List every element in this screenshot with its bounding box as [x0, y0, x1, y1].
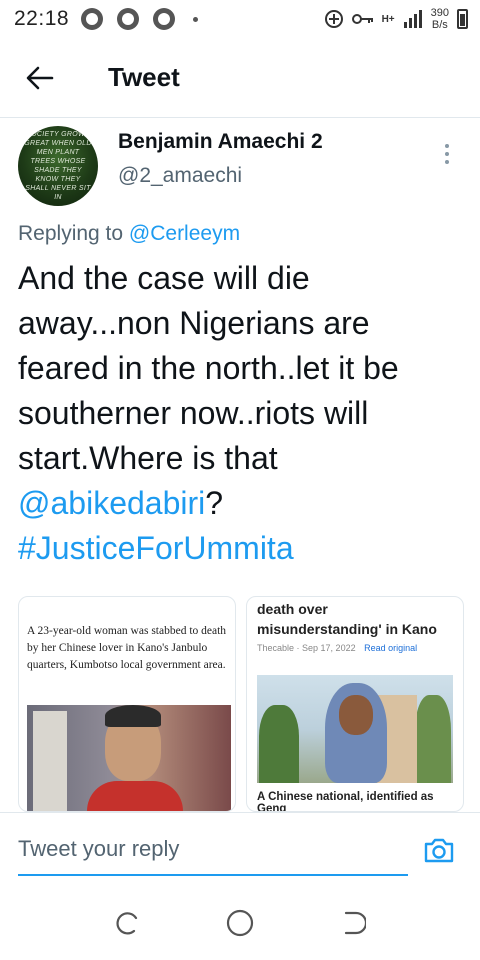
back-nav-icon	[345, 911, 367, 935]
tweet-author-row: Society grows great when old men plant t…	[0, 118, 480, 218]
media-image-2[interactable]: death over misunderstanding' in Kano The…	[246, 596, 464, 812]
media-2-meta: Thecable · Sep 17, 2022 Read original	[257, 643, 418, 653]
more-options-button[interactable]	[432, 134, 462, 174]
network-speed: 390 B/s	[430, 7, 449, 31]
replying-prefix: Replying to	[18, 222, 124, 245]
reply-bar	[0, 812, 480, 886]
media-1-photo	[27, 705, 231, 811]
replying-to-line: Replying to @Cerleeym	[0, 222, 480, 246]
reply-input[interactable]	[18, 823, 408, 876]
tweet-text: And the case will die away...non Nigeria…	[0, 256, 480, 571]
status-time: 22:18	[14, 7, 70, 30]
tweet-mention-link[interactable]: @abikedabiri	[18, 485, 205, 521]
camera-button[interactable]	[416, 827, 462, 873]
media-2-headline: death over misunderstanding' in Kano	[257, 601, 437, 637]
back-nav-button[interactable]	[331, 901, 375, 945]
tweet: Society grows great when old men plant t…	[0, 118, 480, 571]
media-2-bottom-text: A Chinese national, identified as Geng	[257, 791, 434, 812]
status-bar: 22:18 H+ 390 B/s	[0, 0, 480, 38]
media-2-date: Sep 17, 2022	[302, 643, 356, 653]
avatar-text: Society grows great when old men plant t…	[24, 131, 92, 201]
system-nav-bar	[0, 886, 480, 960]
tweet-text-question: ?	[205, 485, 224, 521]
author-handle: @2_amaechi	[118, 164, 243, 187]
status-indicators: H+ 390 B/s	[324, 7, 468, 31]
battery-icon	[457, 9, 468, 29]
replying-to-mention[interactable]: @Cerleeym	[129, 222, 240, 245]
avatar[interactable]: Society grows great when old men plant t…	[18, 126, 98, 206]
notification-app-icon	[153, 8, 176, 30]
key-icon	[351, 14, 373, 24]
recents-button[interactable]	[105, 901, 149, 945]
more-vertical-icon	[445, 144, 449, 148]
app-header: Tweet	[0, 38, 480, 118]
tweet-media: A 23-year-old woman was stabbed to death…	[18, 596, 464, 812]
media-1-caption: A 23-year-old woman was stabbed to death…	[27, 625, 227, 671]
tweet-text-main: And the case will die away...non Nigeria…	[18, 260, 399, 476]
home-button[interactable]	[218, 901, 262, 945]
home-circle-icon	[226, 909, 254, 937]
network-type: H+	[381, 13, 395, 25]
arrow-left-icon	[26, 66, 54, 89]
more-notifications-dot-icon	[193, 16, 199, 22]
tweet-hashtag-link[interactable]: #JusticeForUmmita	[18, 530, 294, 566]
notification-app-icon	[117, 8, 140, 30]
author-names[interactable]: Benjamin Amaechi 2 @2_amaechi	[118, 130, 432, 188]
media-image-1[interactable]: A 23-year-old woman was stabbed to death…	[18, 596, 236, 812]
page-title: Tweet	[108, 62, 180, 92]
notification-app-icon	[81, 8, 104, 30]
media-2-photo	[257, 675, 453, 783]
signal-icon	[403, 10, 422, 28]
author-name: Benjamin Amaechi 2	[118, 130, 323, 153]
media-2-source: Thecable	[257, 643, 295, 653]
media-2-read-link: Read original	[364, 643, 418, 653]
recents-icon	[116, 912, 137, 935]
back-button[interactable]	[0, 38, 80, 118]
data-saver-icon	[324, 10, 343, 28]
camera-icon	[424, 838, 454, 862]
